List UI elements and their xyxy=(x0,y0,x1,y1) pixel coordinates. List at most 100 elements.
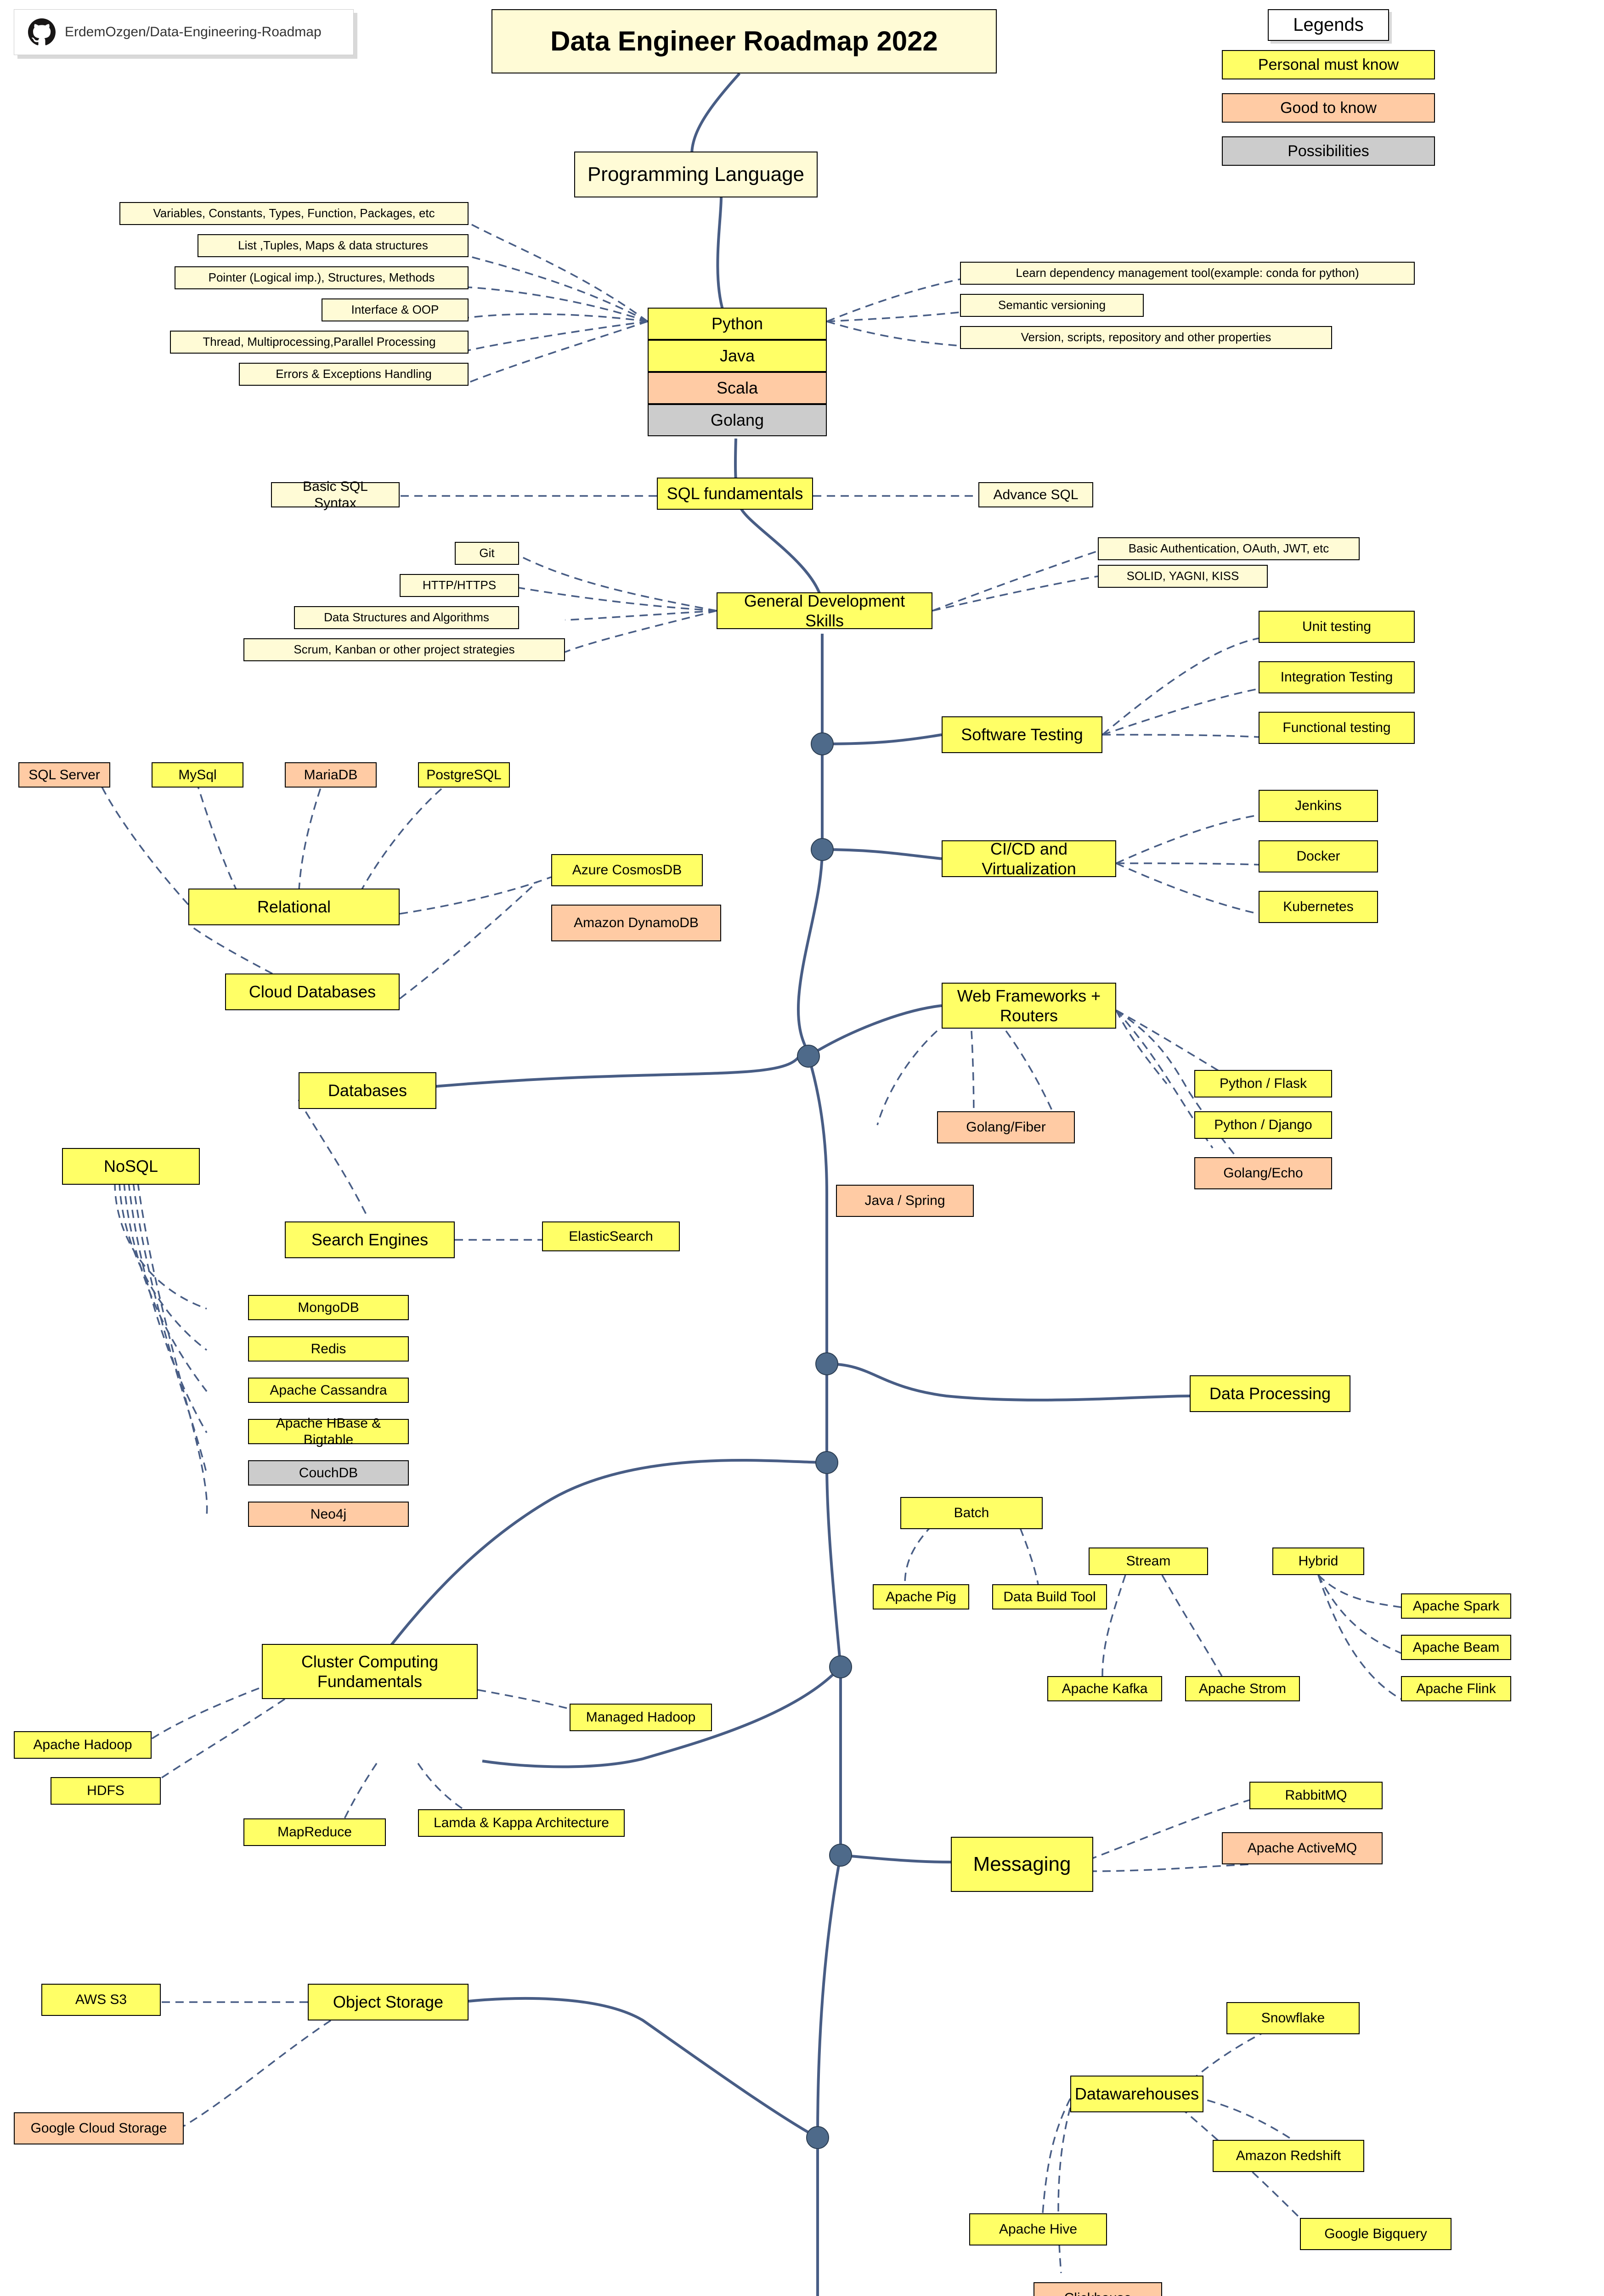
github-repo-text: ErdemOzgen/Data-Engineering-Roadmap xyxy=(65,24,322,40)
node-clickhouse: Clickhouse xyxy=(1034,2282,1162,2296)
node-basic-sql: Basic SQL Syntax xyxy=(271,482,400,507)
node-golang: Golang xyxy=(648,404,827,436)
node-kafka: Apache Kafka xyxy=(1047,1676,1162,1701)
node-dbt: Data Build Tool xyxy=(992,1584,1107,1609)
node-mapred: MapReduce xyxy=(243,1818,386,1846)
junction-1 xyxy=(811,732,834,755)
node-activemq: Apache ActiveMQ xyxy=(1222,1832,1383,1864)
node-cassandra: Apache Cassandra xyxy=(248,1378,409,1403)
node-solid: SOLID, YAGNI, KISS xyxy=(1098,565,1268,588)
node-hbase: Apache HBase & Bigtable xyxy=(248,1419,409,1444)
node-integ: Integration Testing xyxy=(1259,661,1415,693)
node-lamda: Lamda & Kappa Architecture xyxy=(418,1809,625,1837)
node-py-e: Thread, Multiprocessing,Parallel Process… xyxy=(170,331,469,354)
node-django: Python / Django xyxy=(1194,1111,1332,1139)
node-flink: Apache Flink xyxy=(1401,1676,1511,1701)
node-mysql: MySql xyxy=(152,762,243,788)
node-vcs: Version, scripts, repository and other p… xyxy=(960,326,1332,349)
node-python: Python xyxy=(648,308,827,340)
node-sql-fundamentals: SQL fundamentals xyxy=(657,478,813,510)
junction-8 xyxy=(806,2126,829,2149)
node-k8s: Kubernetes xyxy=(1259,891,1378,923)
legend-must: Personal must know xyxy=(1222,50,1435,79)
node-adv-sql: Advance SQL xyxy=(978,482,1093,507)
node-mongo: MongoDB xyxy=(248,1295,409,1320)
node-couch: CouchDB xyxy=(248,1460,409,1486)
github-repo-badge[interactable]: ErdemOzgen/Data-Engineering-Roadmap xyxy=(14,9,354,55)
junction-5 xyxy=(815,1451,838,1474)
node-dsa: Data Structures and Algorithms xyxy=(294,606,519,629)
node-gds: General Development Skills xyxy=(717,592,932,629)
roadmap-title: Data Engineer Roadmap 2022 xyxy=(491,9,997,73)
node-hive: Apache Hive xyxy=(969,2213,1107,2245)
node-func: Functional testing xyxy=(1259,712,1415,744)
node-msg: Messaging xyxy=(951,1837,1093,1892)
node-unit: Unit testing xyxy=(1259,611,1415,643)
node-pig: Apache Pig xyxy=(873,1584,969,1609)
node-semver: Semantic versioning xyxy=(960,294,1144,317)
node-postgres: PostgreSQL xyxy=(418,762,510,788)
node-dynamo: Amazon DynamoDB xyxy=(551,905,721,941)
node-redshift: Amazon Redshift xyxy=(1213,2140,1364,2172)
node-docker: Docker xyxy=(1259,840,1378,872)
node-py-f: Errors & Exceptions Handling xyxy=(239,363,469,386)
node-cosmos: Azure CosmosDB xyxy=(551,854,703,886)
node-spark: Apache Spark xyxy=(1401,1593,1511,1619)
node-auth: Basic Authentication, OAuth, JWT, etc xyxy=(1098,537,1360,560)
junction-6 xyxy=(829,1655,852,1678)
node-batch: Batch xyxy=(900,1497,1043,1529)
node-nosql: NoSQL xyxy=(62,1148,200,1185)
legend-poss: Possibilities xyxy=(1222,136,1435,166)
github-icon xyxy=(28,18,56,46)
junction-7 xyxy=(829,1844,852,1867)
node-databases: Databases xyxy=(299,1072,436,1109)
node-elastic: ElasticSearch xyxy=(542,1221,680,1251)
node-s3: AWS S3 xyxy=(41,1984,161,2016)
node-py-d: Interface & OOP xyxy=(322,298,469,321)
junction-3 xyxy=(797,1045,820,1068)
node-hdfs: HDFS xyxy=(51,1777,161,1805)
node-snowflake: Snowflake xyxy=(1226,2002,1360,2034)
node-redis: Redis xyxy=(248,1336,409,1362)
node-cicd: CI/CD and Virtualization xyxy=(942,840,1116,877)
node-strom: Apache Strom xyxy=(1185,1676,1300,1701)
node-stream: Stream xyxy=(1089,1548,1208,1575)
junction-2 xyxy=(811,838,834,861)
node-rabbit: RabbitMQ xyxy=(1249,1782,1383,1809)
node-bigquery: Google Bigquery xyxy=(1300,2218,1452,2250)
node-http: HTTP/HTTPS xyxy=(400,574,519,597)
node-relational: Relational xyxy=(188,889,400,925)
node-echo: Golang/Echo xyxy=(1194,1157,1332,1189)
legend-heading: Legends xyxy=(1268,9,1389,41)
node-webfw: Web Frameworks + Routers xyxy=(942,983,1116,1029)
junction-4 xyxy=(815,1352,838,1375)
node-cluster: Cluster Computing Fundamentals xyxy=(262,1644,478,1699)
node-fiber: Golang/Fiber xyxy=(937,1111,1075,1143)
node-clouddb: Cloud Databases xyxy=(225,974,400,1010)
node-git: Git xyxy=(455,542,519,565)
node-dataproc: Data Processing xyxy=(1190,1375,1350,1412)
node-java: Java xyxy=(648,340,827,372)
node-scrum: Scrum, Kanban or other project strategie… xyxy=(243,638,565,661)
node-py-a: Variables, Constants, Types, Function, P… xyxy=(119,202,469,225)
node-mhadoop: Managed Hadoop xyxy=(570,1704,712,1731)
node-flask: Python / Flask xyxy=(1194,1070,1332,1097)
node-py-c: Pointer (Logical imp.), Structures, Meth… xyxy=(175,266,469,289)
node-jenkins: Jenkins xyxy=(1259,790,1378,822)
node-scala: Scala xyxy=(648,372,827,404)
node-gcs: Google Cloud Storage xyxy=(14,2112,184,2144)
node-neo4j: Neo4j xyxy=(248,1502,409,1527)
node-beam: Apache Beam xyxy=(1401,1635,1511,1660)
node-py-b: List ,Tuples, Maps & data structures xyxy=(198,234,469,257)
node-dwh: Datawarehouses xyxy=(1070,2076,1203,2112)
node-stest: Software Testing xyxy=(942,716,1102,753)
node-deptool: Learn dependency management tool(example… xyxy=(960,262,1415,285)
legend-good: Good to know xyxy=(1222,93,1435,123)
roadmap-canvas: { "github": {"repo":"ErdemOzgen/Data-Eng… xyxy=(0,0,1604,2296)
node-objstore: Object Storage xyxy=(308,1984,469,2020)
legend: Legends Personal must know Good to know … xyxy=(1222,9,1435,180)
node-sqlserver: SQL Server xyxy=(18,762,110,788)
node-hadoop: Apache Hadoop xyxy=(14,1731,152,1759)
node-spring: Java / Spring xyxy=(836,1185,974,1217)
node-programming-language: Programming Language xyxy=(574,152,818,197)
